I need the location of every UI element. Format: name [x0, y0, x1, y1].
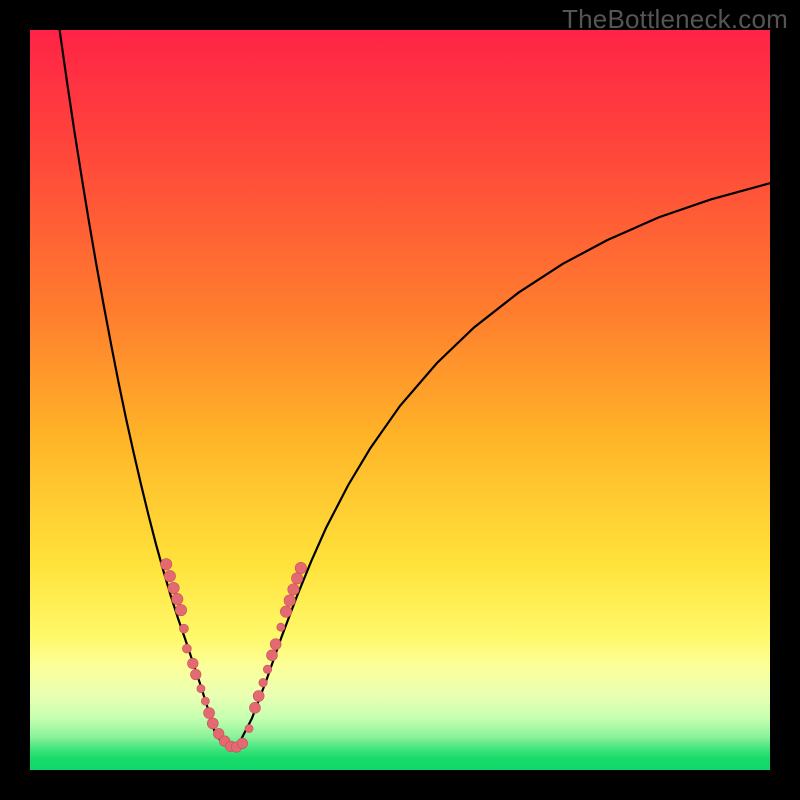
data-dot [179, 624, 188, 633]
data-dot [280, 606, 291, 617]
data-dot [197, 685, 205, 693]
data-dots-group [160, 559, 306, 753]
data-dot [201, 697, 209, 705]
data-dot [270, 639, 281, 650]
data-dot [266, 650, 277, 661]
data-dot [168, 582, 179, 593]
watermark-text: TheBottleneck.com [562, 4, 788, 35]
data-dot [253, 691, 264, 702]
data-dot [291, 573, 302, 584]
data-dot [277, 623, 285, 631]
data-dot [288, 584, 299, 595]
data-dot [188, 658, 199, 669]
data-dot [237, 738, 248, 749]
data-dot [259, 678, 268, 687]
data-dot [175, 604, 186, 615]
data-dot [295, 562, 306, 573]
data-dot [249, 702, 260, 713]
plot-area [30, 30, 770, 770]
data-dot [204, 708, 215, 719]
bottleneck-curve [60, 30, 770, 748]
data-dot [172, 593, 183, 604]
chart-stage: TheBottleneck.com [0, 0, 800, 800]
chart-overlay [30, 30, 770, 770]
data-dot [190, 669, 201, 680]
data-dot [284, 595, 295, 606]
data-dot [160, 559, 171, 570]
data-dot [164, 570, 175, 581]
data-dot [207, 718, 218, 729]
data-dot [182, 644, 191, 653]
data-dot [263, 665, 272, 674]
data-dot [245, 724, 253, 732]
